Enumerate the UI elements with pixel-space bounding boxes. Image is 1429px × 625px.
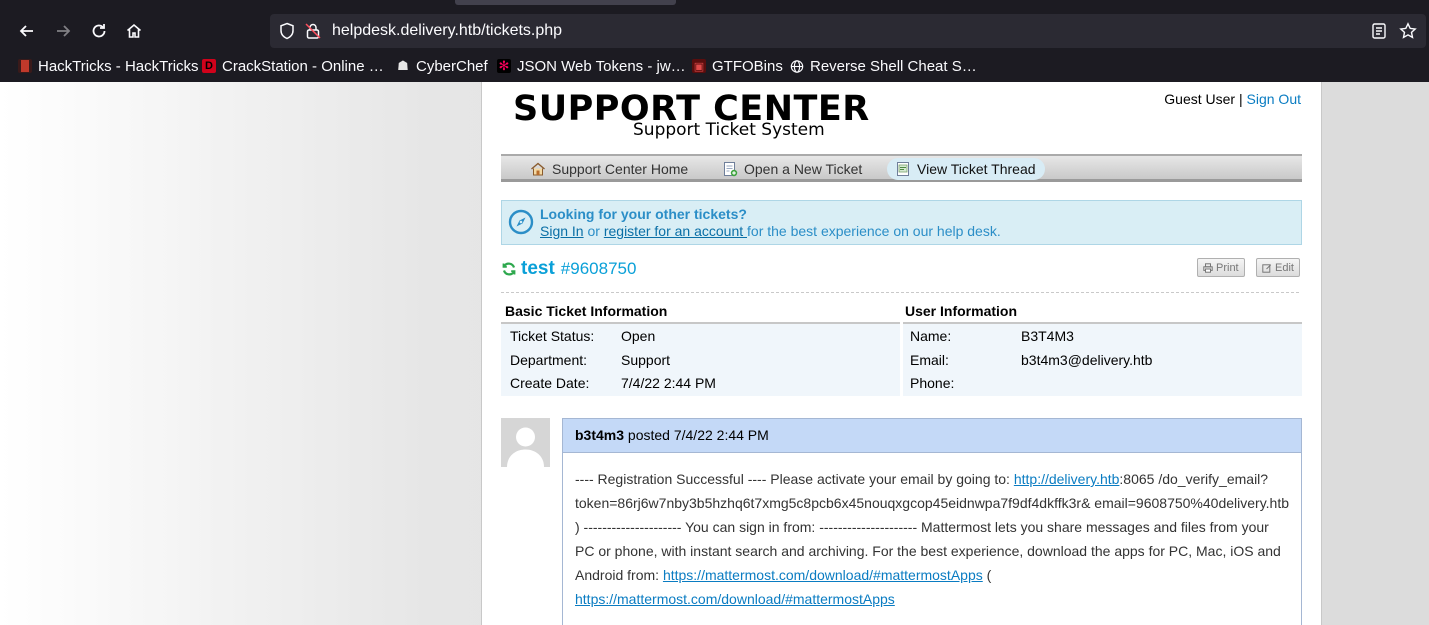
nav-open-new-ticket[interactable]: Open a New Ticket: [714, 158, 871, 180]
bookmark-label: CyberChef: [416, 57, 488, 75]
bookmark-cyberchef[interactable]: ☗ CyberChef: [396, 57, 488, 75]
divider: [501, 292, 1299, 293]
edit-icon: [1262, 263, 1272, 273]
home-icon: [126, 23, 142, 38]
bookmark-label: Reverse Shell Cheat S…: [810, 57, 977, 75]
phone-label: Phone:: [910, 375, 955, 391]
notice-text: Sign In or register for an account for t…: [540, 223, 1001, 239]
name-value: B3T4M3: [1021, 328, 1074, 344]
bookmark-star-icon[interactable]: [1399, 22, 1417, 40]
ticket-subject: test: [521, 258, 555, 279]
department-value: Support: [621, 352, 671, 368]
sign-in-link[interactable]: Sign In: [540, 223, 584, 239]
mattermost-download-link-2[interactable]: https://mattermost.com/download/#matterm…: [575, 591, 895, 607]
globe-icon: [790, 59, 804, 73]
nav-view-ticket-thread[interactable]: View Ticket Thread: [887, 158, 1045, 180]
print-icon: [1203, 262, 1213, 273]
reload-icon: [92, 24, 106, 38]
home-button[interactable]: [122, 19, 146, 43]
notice-title: Looking for your other tickets?: [540, 206, 747, 222]
page-viewport: SUPPORT CENTER Support Ticket System Gue…: [0, 82, 1429, 625]
avatar: [501, 418, 550, 467]
insecure-lock-icon[interactable]: [304, 22, 322, 40]
register-link[interactable]: register for an account: [604, 223, 747, 239]
cyberchef-icon: ☗: [397, 58, 409, 73]
bookmark-crackstation[interactable]: D CrackStation - Online …: [202, 57, 384, 75]
department-label: Department:: [510, 352, 588, 368]
support-center-container: SUPPORT CENTER Support Ticket System Gue…: [481, 82, 1322, 625]
thread-entry-header: b3t4m3 posted 7/4/22 2:44 PM: [563, 419, 1301, 453]
bookmark-label: GTFOBins: [712, 57, 783, 75]
notice-tail: for the best experience on our help desk…: [747, 223, 1001, 239]
nav-label: Support Center Home: [552, 161, 689, 177]
bookmark-label: JSON Web Tokens - jw…: [517, 57, 686, 75]
compass-icon: [508, 209, 534, 235]
nav-label: View Ticket Thread: [917, 161, 1036, 177]
forward-button[interactable]: [51, 19, 75, 43]
status-label: Ticket Status:: [510, 328, 595, 344]
bookmark-gtfobins[interactable]: ▣ GTFOBins: [692, 57, 783, 75]
home-icon: [531, 162, 545, 176]
print-label: Print: [1216, 261, 1239, 274]
user-info-table: Name: B3T4M3 Email: b3t4m3@delivery.htb …: [903, 322, 1302, 396]
email-value: b3t4m3@delivery.htb: [1021, 352, 1153, 368]
crackstation-icon: D: [202, 59, 216, 73]
user-links: Guest User | Sign Out: [1164, 91, 1301, 107]
notice-or: or: [583, 223, 604, 239]
arrow-right-icon: [57, 25, 71, 37]
message-text: ---- Registration Successful ---- Please…: [575, 471, 1014, 487]
arrow-left-icon: [19, 25, 33, 37]
posted-date: posted 7/4/22 2:44 PM: [624, 427, 769, 443]
bookmark-hacktricks[interactable]: HackTricks - HackTricks: [18, 57, 199, 75]
ticket-title: test #9608750: [501, 257, 636, 281]
bookmark-label: CrackStation - Online …: [222, 57, 384, 75]
browser-toolbar: helpdesk.delivery.htb/tickets.php: [0, 11, 1429, 51]
nav-support-center-home[interactable]: Support Center Home: [522, 158, 697, 180]
print-button[interactable]: Print: [1197, 258, 1245, 277]
back-button[interactable]: [15, 19, 39, 43]
guest-user-label: Guest User: [1164, 91, 1236, 107]
reload-button[interactable]: [87, 19, 111, 43]
delivery-link[interactable]: http://delivery.htb: [1014, 471, 1120, 487]
url-bar[interactable]: helpdesk.delivery.htb/tickets.php: [270, 14, 1426, 48]
ticket-thread-icon: [897, 162, 909, 176]
thread-entry: b3t4m3 posted 7/4/22 2:44 PM ---- Regist…: [562, 418, 1302, 625]
nav-label: Open a New Ticket: [744, 161, 863, 177]
basic-info-table: Ticket Status: Open Department: Support …: [501, 322, 900, 396]
poster-name: b3t4m3: [575, 427, 625, 443]
new-ticket-icon: [724, 162, 738, 177]
create-date-value: 7/4/22 2:44 PM: [621, 375, 716, 391]
email-label: Email:: [910, 352, 949, 368]
default-avatar-icon: [507, 427, 544, 467]
jwt-icon: ✻: [497, 58, 511, 73]
hacktricks-icon: [18, 59, 32, 73]
separator: |: [1238, 91, 1243, 107]
status-value: Open: [621, 328, 656, 344]
mattermost-download-link[interactable]: https://mattermost.com/download/#matterm…: [663, 567, 983, 583]
sign-out-link[interactable]: Sign Out: [1247, 91, 1301, 107]
thread-entry-body: ---- Registration Successful ---- Please…: [563, 453, 1301, 611]
site-logo-subtitle: Support Ticket System: [633, 120, 825, 140]
main-nav: Support Center Home Open a New Ticket Vi…: [501, 154, 1302, 182]
shield-icon[interactable]: [278, 22, 296, 40]
create-date-label: Create Date:: [510, 375, 590, 391]
basic-info-heading: Basic Ticket Information: [505, 303, 668, 319]
bookmark-reverse-shell[interactable]: Reverse Shell Cheat S…: [790, 57, 977, 75]
bookmark-label: HackTricks - HackTricks: [38, 57, 199, 75]
ticket-number: #9608750: [560, 259, 637, 278]
user-info-heading: User Information: [905, 303, 1018, 319]
refresh-icon[interactable]: [501, 261, 517, 277]
active-tab-indicator[interactable]: [455, 0, 676, 5]
name-label: Name:: [910, 328, 952, 344]
edit-button[interactable]: Edit: [1256, 258, 1300, 277]
bookmarks-bar: HackTricks - HackTricks D CrackStation -…: [0, 51, 1429, 81]
edit-label: Edit: [1275, 261, 1294, 274]
other-tickets-notice: Looking for your other tickets? Sign In …: [501, 200, 1302, 245]
page-background-right: [1322, 82, 1429, 625]
bookmark-jwt[interactable]: ✻ JSON Web Tokens - jw…: [497, 57, 686, 75]
reader-view-icon[interactable]: [1370, 22, 1388, 40]
gtfobins-icon: ▣: [692, 59, 706, 73]
message-text: (: [982, 567, 992, 583]
url-text[interactable]: helpdesk.delivery.htb/tickets.php: [332, 22, 562, 40]
